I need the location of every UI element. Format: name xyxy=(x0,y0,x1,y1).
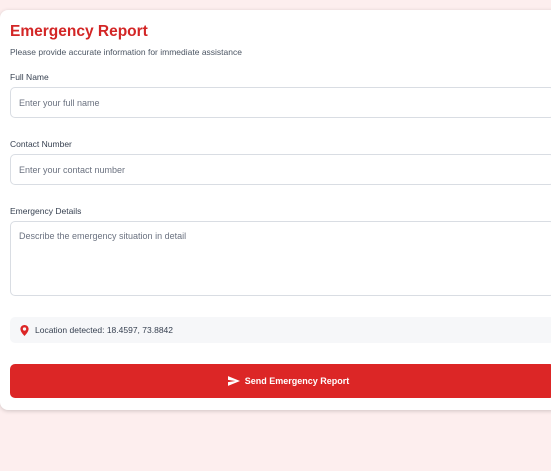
contact-number-label: Contact Number xyxy=(10,139,72,149)
send-button-label: Send Emergency Report xyxy=(244,376,350,386)
full-name-input[interactable] xyxy=(10,87,551,118)
page-subtitle: Please provide accurate information for … xyxy=(10,47,242,57)
location-text: Location detected: 18.4597, 73.8842 xyxy=(35,325,174,335)
full-name-label: Full Name xyxy=(10,72,49,82)
emergency-details-textarea[interactable] xyxy=(10,221,551,296)
map-pin-icon xyxy=(20,324,29,336)
emergency-details-label: Emergency Details xyxy=(10,206,82,216)
emergency-report-card: Emergency Report Please provide accurate… xyxy=(0,10,551,410)
send-emergency-report-button[interactable]: Send Emergency Report xyxy=(10,364,551,398)
contact-number-input[interactable] xyxy=(10,154,551,185)
location-status: Location detected: 18.4597, 73.8842 xyxy=(10,317,551,343)
page-title: Emergency Report xyxy=(10,23,148,40)
send-icon xyxy=(227,376,240,386)
